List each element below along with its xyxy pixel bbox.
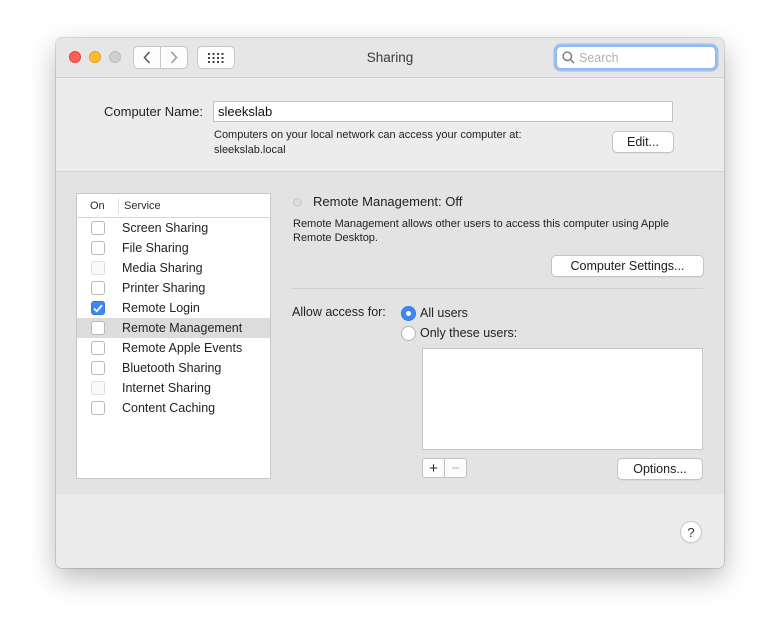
service-label: Screen Sharing <box>122 221 209 235</box>
services-section: On Service Screen Sharing File Sharing Med… <box>56 172 724 494</box>
service-checkbox[interactable] <box>91 401 105 415</box>
service-description-line: Remote Management allows other users to … <box>293 218 670 230</box>
computer-name-section: Computer Name: Computers on your local n… <box>56 79 724 172</box>
service-checkbox[interactable] <box>91 361 105 375</box>
all-users-radio[interactable] <box>401 306 416 321</box>
on-column-header[interactable]: On <box>77 197 119 214</box>
computer-name-input[interactable] <box>213 101 673 122</box>
service-label: Remote Login <box>122 301 200 315</box>
service-label: Internet Sharing <box>122 381 211 395</box>
service-row[interactable]: Remote Management <box>77 318 270 338</box>
service-label: Content Caching <box>122 401 216 415</box>
computer-settings-button[interactable]: Computer Settings... <box>551 255 704 277</box>
search-input[interactable] <box>579 50 709 65</box>
search-field[interactable] <box>556 46 716 69</box>
computer-name-label: Computer Name: <box>104 104 203 119</box>
service-checkbox[interactable] <box>91 341 105 355</box>
service-row[interactable]: Printer Sharing <box>77 278 270 298</box>
help-button[interactable]: ? <box>680 521 702 543</box>
service-row[interactable]: Internet Sharing <box>77 378 270 398</box>
service-rows: Screen Sharing File Sharing Media Sharing P… <box>77 218 270 418</box>
service-checkbox[interactable] <box>91 321 105 335</box>
service-label: Media Sharing <box>122 261 203 275</box>
service-label: Remote Management <box>122 321 243 335</box>
service-row[interactable]: Media Sharing <box>77 258 270 278</box>
service-label: Remote Apple Events <box>122 341 243 355</box>
users-list[interactable] <box>422 348 703 450</box>
remove-user-button[interactable]: − <box>444 458 467 478</box>
service-row[interactable]: Remote Apple Events <box>77 338 270 358</box>
service-list[interactable]: On Service Screen Sharing File Sharing Med… <box>76 193 271 479</box>
service-checkbox[interactable] <box>91 301 105 315</box>
service-row[interactable]: File Sharing <box>77 238 270 258</box>
service-checkbox[interactable] <box>91 221 105 235</box>
service-label: Bluetooth Sharing <box>122 361 222 375</box>
service-checkbox <box>91 381 105 395</box>
service-row[interactable]: Remote Login <box>77 298 270 318</box>
only-these-users-label[interactable]: Only these users: <box>420 326 517 340</box>
allow-access-label: Allow access for: <box>292 305 386 319</box>
service-description-line: Remote Desktop. <box>293 232 378 244</box>
service-checkbox[interactable] <box>91 281 105 295</box>
service-row[interactable]: Screen Sharing <box>77 218 270 238</box>
service-label: Printer Sharing <box>122 281 206 295</box>
service-column-header[interactable]: Service <box>119 200 161 212</box>
local-access-text: Computers on your local network can acce… <box>214 129 522 141</box>
service-checkbox[interactable] <box>91 241 105 255</box>
local-hostname: sleekslab.local <box>214 144 286 156</box>
service-description: Remote Management allows other users to … <box>293 217 713 245</box>
service-list-header: On Service <box>77 194 270 218</box>
checkmark-icon <box>93 304 103 313</box>
service-checkbox <box>91 261 105 275</box>
computer-name-description: Computers on your local network can acce… <box>214 128 522 158</box>
service-status: Remote Management: Off <box>313 194 463 209</box>
options-button[interactable]: Options... <box>617 458 703 480</box>
add-user-button[interactable]: + <box>422 458 445 478</box>
service-label: File Sharing <box>122 241 189 255</box>
search-icon <box>562 51 575 64</box>
edit-button[interactable]: Edit... <box>612 131 674 153</box>
status-indicator <box>293 198 302 207</box>
title-bar: Sharing <box>56 38 724 78</box>
service-row[interactable]: Bluetooth Sharing <box>77 358 270 378</box>
sharing-window: Sharing Computer Name: Computers on your… <box>56 38 724 568</box>
service-row[interactable]: Content Caching <box>77 398 270 418</box>
divider <box>291 288 703 289</box>
all-users-label[interactable]: All users <box>420 306 468 320</box>
only-these-users-radio[interactable] <box>401 326 416 341</box>
